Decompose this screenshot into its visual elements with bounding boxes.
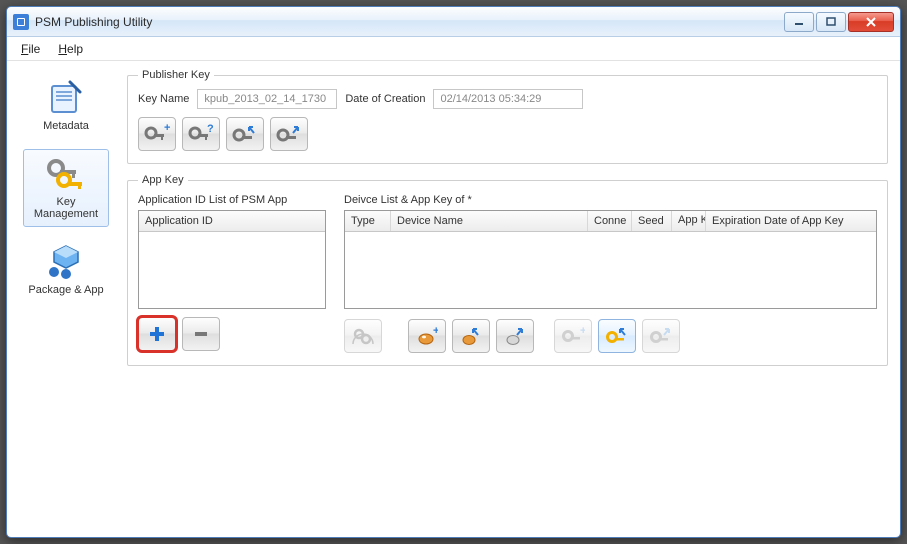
sidebar-item-label: Key Management	[26, 196, 106, 220]
app-id-grid-header: Application ID	[139, 211, 325, 232]
app-key-panels: Application ID List of PSM App Applicati…	[138, 194, 877, 353]
svg-text:+: +	[580, 326, 585, 337]
sidebar-item-metadata[interactable]: Metadata	[23, 73, 109, 139]
device-panel: Deivce List & App Key of * Type Device N…	[344, 194, 877, 353]
key-name-label: Key Name	[138, 93, 189, 105]
sidebar-item-label: Package & App	[28, 284, 103, 296]
device-buttons: + +	[344, 319, 877, 353]
app-id-grid-body[interactable]	[139, 232, 325, 308]
menubar: File Help	[7, 37, 900, 61]
key-management-icon	[44, 156, 88, 192]
app-id-panel: Application ID List of PSM App Applicati…	[138, 194, 326, 353]
app-id-buttons	[138, 317, 326, 351]
sidebar-item-key-management[interactable]: Key Management	[23, 149, 109, 227]
date-of-creation-field[interactable]	[433, 89, 583, 109]
key-add-button[interactable]: +	[138, 117, 176, 151]
metadata-icon	[44, 80, 88, 116]
device-list-label: Deivce List & App Key of *	[344, 194, 877, 206]
package-app-icon	[44, 244, 88, 280]
publisher-key-row: Key Name Date of Creation	[138, 89, 877, 109]
key-export-button[interactable]	[270, 117, 308, 151]
app-id-list-label: Application ID List of PSM App	[138, 194, 326, 206]
sidebar-item-label: Metadata	[43, 120, 89, 132]
sidebar-item-package-app[interactable]: Package & App	[23, 237, 109, 303]
appkey-add-button[interactable]: +	[554, 319, 592, 353]
close-button[interactable]	[848, 12, 894, 32]
menu-file[interactable]: File	[21, 42, 40, 56]
svg-text:+: +	[433, 326, 438, 337]
appkey-import-button[interactable]	[598, 319, 636, 353]
add-app-button[interactable]	[138, 317, 176, 351]
window-controls	[784, 12, 894, 32]
device-grid-body[interactable]	[345, 232, 876, 308]
seed-export-button[interactable]	[496, 319, 534, 353]
key-import-button[interactable]	[226, 117, 264, 151]
svg-text:+: +	[164, 123, 170, 134]
minimize-button[interactable]	[784, 12, 814, 32]
app-key-legend: App Key	[138, 174, 188, 186]
maximize-button[interactable]	[816, 12, 846, 32]
publisher-key-buttons: + ?	[138, 117, 877, 151]
col-type[interactable]: Type	[345, 211, 391, 231]
window-title: PSM Publishing Utility	[35, 15, 784, 29]
col-conne[interactable]: Conne	[588, 211, 632, 231]
col-expiration[interactable]: Expiration Date of App Key	[706, 211, 876, 231]
seed-add-button[interactable]: +	[408, 319, 446, 353]
menu-help[interactable]: Help	[58, 42, 83, 56]
key-name-field[interactable]	[197, 89, 337, 109]
app-icon	[13, 14, 29, 30]
publisher-key-legend: Publisher Key	[138, 69, 214, 81]
col-seed[interactable]: Seed	[632, 211, 672, 231]
sidebar: Metadata Key Management	[11, 69, 121, 525]
device-refresh-button[interactable]	[344, 319, 382, 353]
app-id-grid[interactable]: Application ID	[138, 210, 326, 309]
main-panel: Publisher Key Key Name Date of Creation …	[127, 69, 888, 525]
key-help-button[interactable]: ?	[182, 117, 220, 151]
col-app-key[interactable]: App Key	[672, 211, 706, 231]
col-device-name[interactable]: Device Name	[391, 211, 588, 231]
content: Metadata Key Management	[7, 61, 900, 537]
app-window: PSM Publishing Utility File Help	[6, 6, 901, 538]
remove-app-button[interactable]	[182, 317, 220, 351]
seed-import-button[interactable]	[452, 319, 490, 353]
app-key-group: App Key Application ID List of PSM App A…	[127, 174, 888, 366]
svg-text:?: ?	[207, 123, 214, 135]
device-grid[interactable]: Type Device Name Conne Seed App Key Expi…	[344, 210, 877, 309]
date-of-creation-label: Date of Creation	[345, 93, 425, 105]
appkey-export-button[interactable]	[642, 319, 680, 353]
device-grid-header: Type Device Name Conne Seed App Key Expi…	[345, 211, 876, 232]
publisher-key-group: Publisher Key Key Name Date of Creation …	[127, 69, 888, 164]
titlebar: PSM Publishing Utility	[7, 7, 900, 37]
col-application-id[interactable]: Application ID	[139, 211, 325, 231]
